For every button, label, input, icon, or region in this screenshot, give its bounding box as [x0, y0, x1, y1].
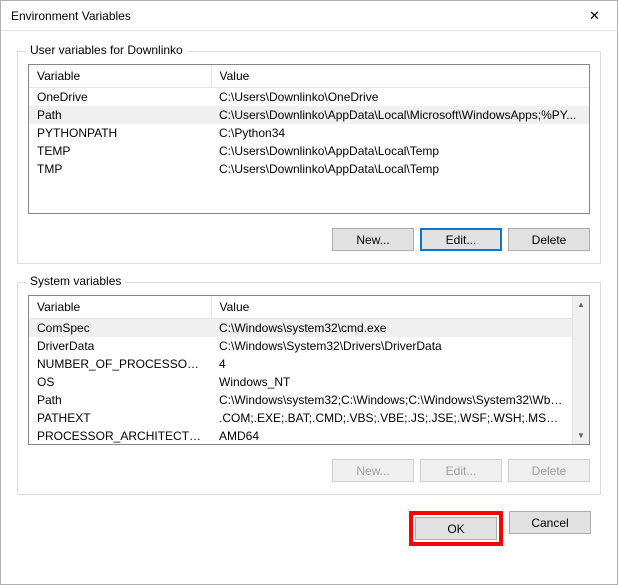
scroll-up-icon[interactable]: ▲ [573, 296, 589, 313]
system-button-row: New... Edit... Delete [28, 459, 590, 482]
table-row[interactable]: OS Windows_NT [29, 373, 572, 391]
ok-button[interactable]: OK [415, 517, 497, 540]
user-new-button[interactable]: New... [332, 228, 414, 251]
close-icon: ✕ [589, 8, 600, 24]
user-col-variable[interactable]: Variable [29, 65, 211, 88]
dialog-button-row: OK Cancel [17, 511, 601, 546]
system-scrollbar[interactable]: ▲ ▼ [572, 296, 589, 444]
window-title: Environment Variables [11, 9, 572, 23]
system-delete-button[interactable]: Delete [508, 459, 590, 482]
user-variables-table[interactable]: Variable Value OneDrive C:\Users\Downlin… [28, 64, 590, 214]
ok-highlight: OK [409, 511, 503, 546]
table-row[interactable]: NUMBER_OF_PROCESSORS 4 [29, 355, 572, 373]
table-row[interactable]: DriverData C:\Windows\System32\Drivers\D… [29, 337, 572, 355]
user-variables-group: User variables for Downlinko Variable Va… [17, 51, 601, 264]
user-button-row: New... Edit... Delete [28, 228, 590, 251]
system-variables-table[interactable]: Variable Value ComSpec C:\Windows\system… [28, 295, 590, 445]
user-edit-button[interactable]: Edit... [420, 228, 502, 251]
env-variables-dialog: Environment Variables ✕ User variables f… [0, 0, 618, 585]
scroll-down-icon[interactable]: ▼ [573, 427, 589, 444]
table-row[interactable]: TEMP C:\Users\Downlinko\AppData\Local\Te… [29, 142, 589, 160]
table-row[interactable]: PYTHONPATH C:\Python34 [29, 124, 589, 142]
system-new-button[interactable]: New... [332, 459, 414, 482]
close-button[interactable]: ✕ [572, 1, 617, 31]
table-row[interactable]: Path C:\Windows\system32;C:\Windows;C:\W… [29, 391, 572, 409]
dialog-content: User variables for Downlinko Variable Va… [1, 31, 617, 584]
table-row[interactable]: OneDrive C:\Users\Downlinko\OneDrive [29, 88, 589, 107]
table-row[interactable]: Path C:\Users\Downlinko\AppData\Local\Mi… [29, 106, 589, 124]
system-edit-button[interactable]: Edit... [420, 459, 502, 482]
titlebar: Environment Variables ✕ [1, 1, 617, 31]
system-variables-group: System variables Variable Value ComSpec … [17, 282, 601, 495]
user-delete-button[interactable]: Delete [508, 228, 590, 251]
cancel-button[interactable]: Cancel [509, 511, 591, 534]
system-variables-legend: System variables [26, 274, 125, 288]
sys-col-value[interactable]: Value [211, 296, 572, 319]
table-row[interactable]: PROCESSOR_ARCHITECTURE AMD64 [29, 427, 572, 445]
table-row[interactable]: PATHEXT .COM;.EXE;.BAT;.CMD;.VBS;.VBE;.J… [29, 409, 572, 427]
scroll-track[interactable] [573, 313, 589, 427]
user-col-value[interactable]: Value [211, 65, 589, 88]
table-row[interactable]: ComSpec C:\Windows\system32\cmd.exe [29, 319, 572, 338]
sys-col-variable[interactable]: Variable [29, 296, 211, 319]
table-row[interactable]: TMP C:\Users\Downlinko\AppData\Local\Tem… [29, 160, 589, 178]
user-variables-legend: User variables for Downlinko [26, 43, 187, 57]
